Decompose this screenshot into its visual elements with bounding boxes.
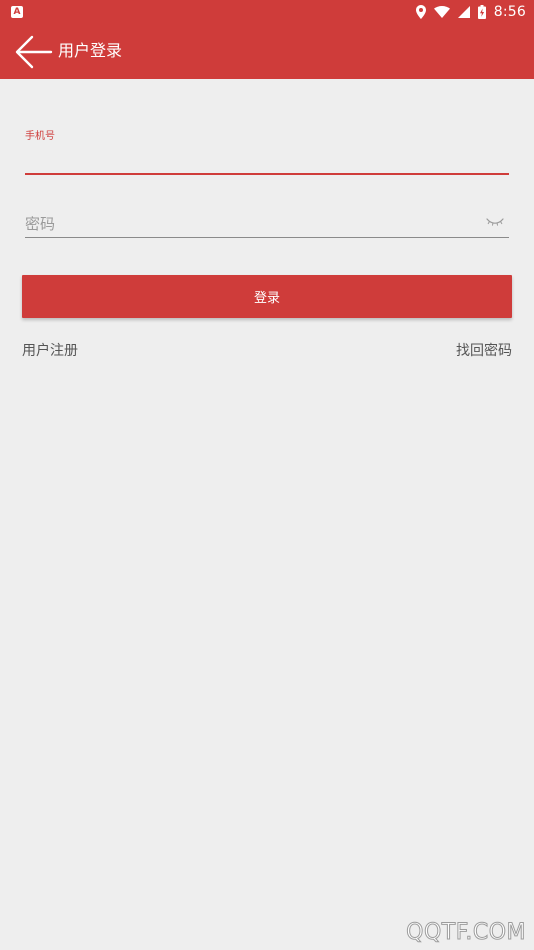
password-input[interactable] [25,212,475,236]
signal-icon [457,6,470,18]
forgot-password-link[interactable]: 找回密码 [456,341,512,361]
app-bar: 用户登录 [0,24,534,79]
wifi-icon [433,6,450,18]
phone-input[interactable] [25,148,509,172]
login-button[interactable]: 登录 [22,275,512,318]
phone-field: 手机号 [25,126,509,176]
phone-label: 手机号 [25,131,55,142]
back-button[interactable] [12,30,56,74]
eye-closed-icon [486,218,504,226]
password-underline [25,237,509,238]
status-bar: A 8:56 [0,0,534,24]
notification-app-letter: A [13,7,21,17]
battery-icon [477,5,486,19]
phone-underline [25,173,509,175]
arrow-left-icon [15,35,53,69]
watermark: QQTF.COM [406,920,526,946]
location-icon [415,5,426,19]
password-visibility-toggle[interactable] [485,213,505,227]
password-field [25,208,509,242]
status-icons: 8:56 [415,0,526,24]
notification-app-icon: A [11,6,23,18]
status-time: 8:56 [493,4,526,20]
page-title: 用户登录 [58,41,123,60]
register-link[interactable]: 用户注册 [22,341,78,361]
